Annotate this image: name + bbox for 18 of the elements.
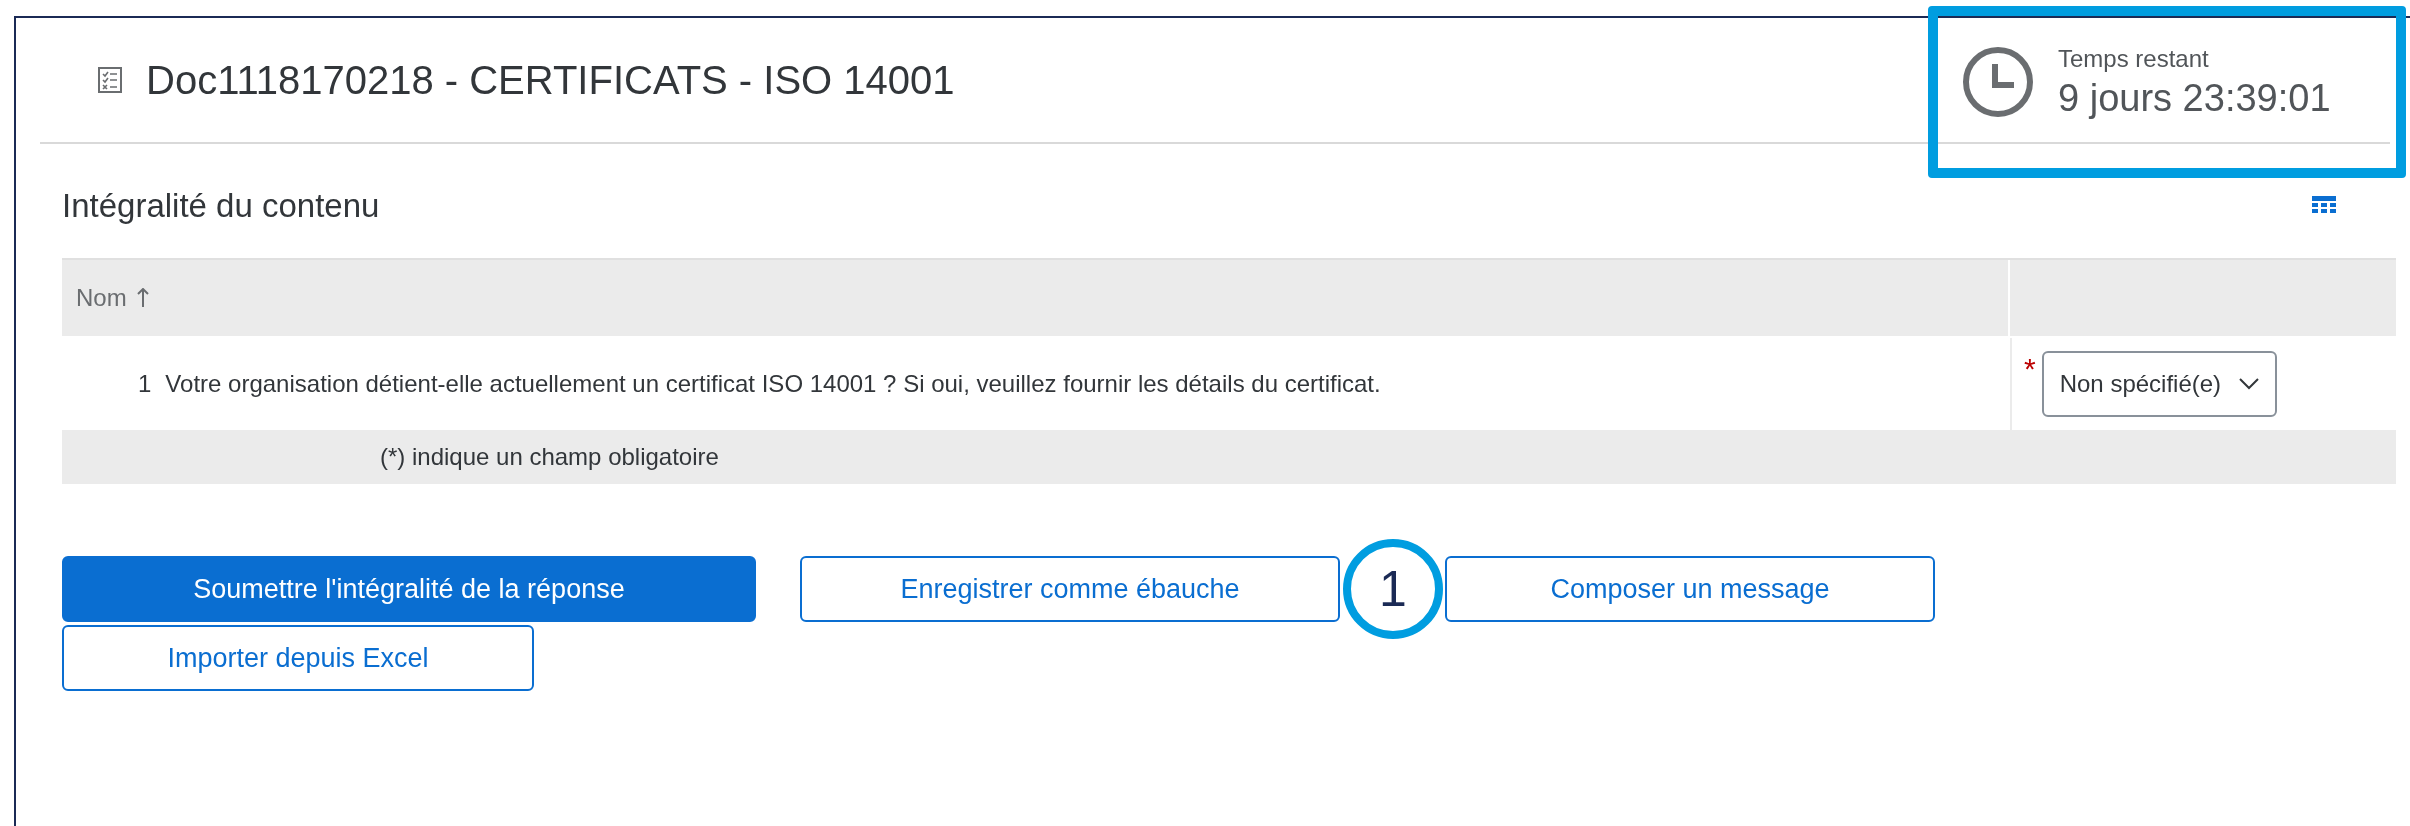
table-settings-icon[interactable]	[2312, 196, 2336, 216]
action-button[interactable]: Enregistrer comme ébauche	[800, 556, 1340, 622]
document-title: Doc1118170218 - CERTIFICATS - ISO 14001	[146, 57, 955, 103]
time-remaining: 9 jours 23:39:01	[2058, 76, 2331, 120]
action-button[interactable]: Composer un message	[1445, 556, 1935, 622]
annotation-marker: 1	[1343, 539, 1443, 639]
question-text: Votre organisation détient-elle actuellement un certificat ISO 14001 ? Si oui, veuillez fournir les détails du certificat.	[165, 370, 1381, 398]
action-button[interactable]: Importer depuis Excel	[62, 625, 534, 691]
action-button[interactable]: Soumettre l'intégralité de la réponse	[62, 556, 756, 622]
clock-icon	[1962, 46, 2034, 118]
answer-dropdown[interactable]: Non spécifié(e)	[2041, 351, 2278, 417]
checklist-icon	[98, 67, 122, 93]
chevron-down-icon	[2239, 378, 2260, 390]
required-mark: *	[2024, 352, 2036, 386]
timer-label: Temps restant	[2058, 44, 2210, 73]
required-field-note: (*) indique un champ obligatoire	[380, 443, 719, 471]
row-number: 1	[138, 370, 152, 398]
section-title: Intégralité du contenu	[62, 187, 380, 225]
